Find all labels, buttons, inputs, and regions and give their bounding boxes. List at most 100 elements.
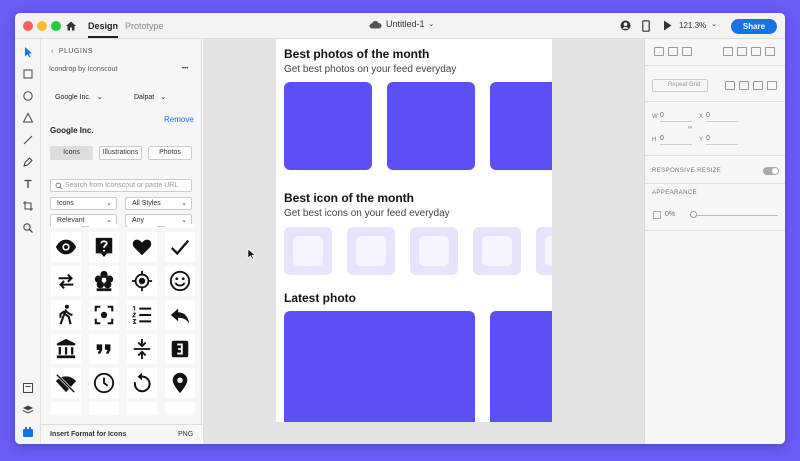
align-bottom-icon[interactable] [765, 47, 775, 56]
opacity-slider[interactable] [693, 215, 778, 216]
icon-cell[interactable] [165, 334, 195, 364]
align-right-icon[interactable] [682, 47, 692, 56]
icon-cell[interactable] [51, 300, 81, 330]
icon-cell[interactable] [165, 224, 195, 228]
icon-cell[interactable] [51, 402, 81, 415]
latest-photo-card[interactable] [490, 311, 552, 422]
icon-cell[interactable] [165, 300, 195, 330]
icon-cell[interactable] [127, 224, 157, 228]
zoom-level[interactable]: 121.3% [679, 21, 706, 30]
tab-illustrations[interactable]: Illustrations [99, 146, 142, 160]
icon-type-select[interactable]: Icons ⌄ [50, 197, 117, 210]
icon-cell[interactable] [127, 402, 157, 415]
artboard-tool-icon[interactable] [22, 200, 34, 212]
icon-cell[interactable] [89, 300, 119, 330]
document-title[interactable]: Untitled-1 ⌄ [369, 19, 434, 29]
artboard[interactable]: Best photos of the month Get best photos… [276, 39, 552, 422]
search-field[interactable]: Search from Iconscout or paste URL [50, 179, 192, 192]
device-preview-icon[interactable] [642, 20, 650, 32]
icon-cell[interactable] [127, 300, 157, 330]
style-filter-select[interactable]: All Styles ⌄ [125, 197, 192, 210]
section1-subtitle[interactable]: Get best photos on your feed everyday [284, 64, 456, 75]
icon-cell[interactable] [165, 368, 195, 398]
icon-cell[interactable] [51, 224, 81, 228]
share-button[interactable]: Share [731, 19, 777, 34]
icon-cell[interactable] [51, 368, 81, 398]
layers-panel-icon[interactable] [22, 404, 34, 416]
zoom-chevron-icon[interactable]: ⌄ [711, 20, 717, 28]
align-left-icon[interactable] [654, 47, 664, 56]
icon-cell[interactable] [89, 266, 119, 296]
icon-cell[interactable] [51, 266, 81, 296]
home-icon[interactable] [65, 20, 77, 32]
icon-cell[interactable] [165, 266, 195, 296]
x-field[interactable]: 0 [706, 112, 738, 122]
height-field[interactable]: 0 [660, 135, 692, 145]
align-center-icon[interactable] [668, 47, 678, 56]
icon-cell[interactable] [127, 368, 157, 398]
pen-tool-icon[interactable] [22, 156, 34, 168]
plugins-panel-icon[interactable] [22, 426, 34, 438]
assets-panel-icon[interactable] [22, 382, 34, 394]
style-select[interactable]: Dalpat ⌄ [134, 93, 166, 101]
link-icon[interactable]: ∞ [688, 125, 692, 131]
remove-link[interactable]: Remove [164, 115, 194, 124]
distribute-horizontal-icon[interactable] [723, 47, 733, 56]
zoom-window-button[interactable] [51, 21, 61, 31]
user-account-icon[interactable] [620, 20, 631, 31]
rectangle-tool-icon[interactable] [22, 68, 34, 80]
zoom-tool-icon[interactable] [22, 222, 34, 234]
icon-cell[interactable] [127, 232, 157, 262]
icon-cell[interactable] [89, 334, 119, 364]
icon-card[interactable] [473, 227, 521, 275]
icon-cell[interactable] [89, 224, 119, 228]
icon-cell[interactable] [51, 232, 81, 262]
icon-cell[interactable] [89, 368, 119, 398]
more-options-icon[interactable]: ••• [182, 66, 188, 72]
icon-cell[interactable] [165, 402, 195, 415]
boolean-intersect-icon[interactable] [753, 81, 763, 90]
design-canvas[interactable]: Best photos of the month Get best photos… [203, 39, 644, 444]
polygon-tool-icon[interactable] [22, 112, 34, 124]
responsive-resize-toggle[interactable] [763, 167, 779, 175]
photo-card[interactable] [490, 82, 552, 170]
close-window-button[interactable] [23, 21, 33, 31]
icon-cell[interactable] [127, 334, 157, 364]
icon-card[interactable] [536, 227, 552, 275]
opacity-value[interactable]: 0% [665, 211, 675, 218]
boolean-exclude-icon[interactable] [767, 81, 777, 90]
ellipse-tool-icon[interactable] [22, 90, 34, 102]
tab-icons[interactable]: Icons [50, 146, 93, 160]
align-middle-icon[interactable] [751, 47, 761, 56]
icon-card[interactable] [347, 227, 395, 275]
boolean-subtract-icon[interactable] [739, 81, 749, 90]
icon-card[interactable] [410, 227, 458, 275]
play-icon[interactable] [663, 20, 672, 31]
photo-card[interactable] [284, 82, 372, 170]
width-field[interactable]: 0 [660, 112, 692, 122]
icon-card[interactable] [284, 227, 332, 275]
y-field[interactable]: 0 [706, 135, 738, 145]
tab-prototype[interactable]: Prototype [125, 21, 164, 31]
section3-title[interactable]: Latest photo [284, 291, 356, 305]
minimize-window-button[interactable] [37, 21, 47, 31]
photo-card[interactable] [387, 82, 475, 170]
select-tool-icon[interactable] [22, 46, 34, 58]
line-tool-icon[interactable] [22, 134, 34, 146]
icon-cell[interactable] [165, 232, 195, 262]
text-tool-icon[interactable] [22, 178, 34, 190]
align-top-icon[interactable] [737, 47, 747, 56]
icon-cell[interactable] [127, 266, 157, 296]
latest-photo-card[interactable] [284, 311, 475, 422]
icon-cell[interactable] [89, 232, 119, 262]
icon-cell[interactable] [51, 334, 81, 364]
insert-format-value[interactable]: PNG [178, 431, 193, 438]
plugins-back-button[interactable]: ‹ PLUGINS [51, 48, 93, 55]
opacity-slider-handle[interactable] [690, 211, 697, 218]
section2-title[interactable]: Best icon of the month [284, 191, 414, 205]
section1-title[interactable]: Best photos of the month [284, 47, 429, 61]
section2-subtitle[interactable]: Get best icons on your feed everyday [284, 208, 450, 219]
provider-select[interactable]: Google Inc. ⌄ [55, 93, 103, 101]
tab-design[interactable]: Design [88, 21, 119, 38]
tab-photos[interactable]: Photos [148, 146, 192, 160]
